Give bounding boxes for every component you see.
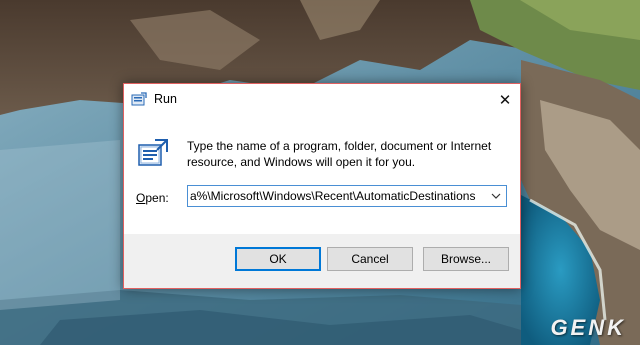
close-icon: ✕: [498, 91, 512, 109]
open-combobox[interactable]: a%\Microsoft\Windows\Recent\AutomaticDes…: [187, 185, 507, 207]
run-icon: [138, 139, 168, 166]
title-bar[interactable]: Run ✕: [124, 84, 520, 115]
dialog-description: Type the name of a program, folder, docu…: [187, 139, 492, 169]
ok-button[interactable]: OK: [235, 247, 321, 271]
dialog-body: Type the name of a program, folder, docu…: [124, 115, 520, 234]
open-input[interactable]: a%\Microsoft\Windows\Recent\AutomaticDes…: [190, 189, 486, 203]
open-label: Open:: [136, 191, 169, 205]
run-icon: [131, 92, 147, 106]
chevron-down-icon: [491, 193, 501, 199]
open-label-text: pen:: [145, 191, 169, 205]
run-dialog: Run ✕ Type the name of a program, folder…: [123, 83, 521, 289]
genk-watermark: GENK: [550, 315, 626, 340]
desktop-background: GENK Run ✕ Type the name of a program, f…: [0, 0, 640, 345]
cancel-button[interactable]: Cancel: [327, 247, 413, 271]
dialog-footer: OK Cancel Browse...: [124, 234, 520, 288]
open-label-mnemonic: O: [136, 191, 146, 205]
browse-button[interactable]: Browse...: [423, 247, 509, 271]
dialog-title: Run: [154, 92, 177, 106]
combobox-dropdown-button[interactable]: [488, 186, 504, 206]
close-button[interactable]: ✕: [490, 84, 520, 115]
